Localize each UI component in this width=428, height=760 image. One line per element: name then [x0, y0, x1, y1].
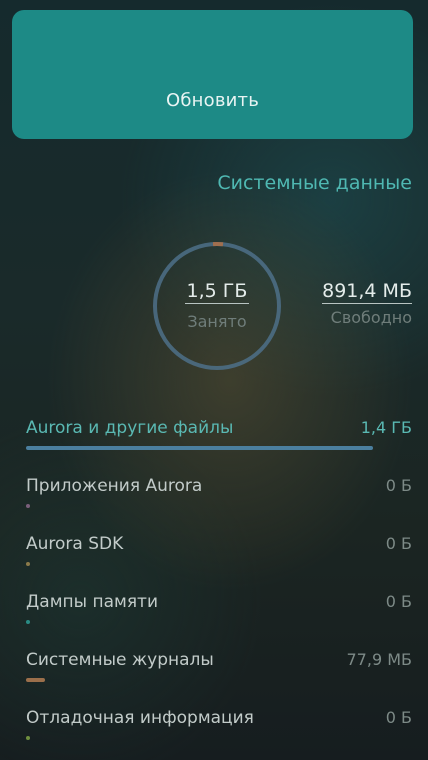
- category-size: 1,4 ГБ: [360, 418, 412, 437]
- category-list: Aurora и другие файлы 1,4 ГБ Приложения …: [26, 418, 412, 760]
- category-name: Системные журналы: [26, 650, 214, 670]
- category-usage-bar: [26, 736, 30, 740]
- category-name: Отладочная информация: [26, 708, 254, 728]
- free-space-block: 891,4 МБ Свободно: [322, 280, 412, 327]
- usage-ring-graphic: [153, 241, 281, 370]
- category-size: 0 Б: [385, 476, 412, 495]
- category-row-memory-dumps[interactable]: Дампы памяти 0 Б: [26, 592, 412, 650]
- free-label: Свободно: [330, 308, 412, 327]
- category-name: Приложения Aurora: [26, 476, 203, 496]
- category-row-aurora-sdk[interactable]: Aurora SDK 0 Б: [26, 534, 412, 592]
- category-size: 0 Б: [385, 592, 412, 611]
- category-row-debug-info[interactable]: Отладочная информация 0 Б: [26, 708, 412, 760]
- category-name: Дампы памяти: [26, 592, 158, 612]
- used-label: Занято: [187, 312, 247, 331]
- update-button-label: Обновить: [165, 90, 260, 111]
- category-usage-bar: [26, 446, 373, 450]
- used-value: 1,5 ГБ: [184, 280, 250, 304]
- free-value: 891,4 МБ: [322, 280, 412, 304]
- category-usage-bar: [26, 620, 30, 624]
- section-title: Системные данные: [217, 172, 412, 194]
- category-row-system-logs[interactable]: Системные журналы 77,9 МБ: [26, 650, 412, 708]
- category-row-aurora-files[interactable]: Aurora и другие файлы 1,4 ГБ: [26, 418, 412, 476]
- category-size: 0 Б: [385, 708, 412, 727]
- category-size: 0 Б: [385, 534, 412, 553]
- category-name: Aurora SDK: [26, 534, 124, 554]
- storage-usage-ring: 1,5 ГБ Занято: [151, 240, 283, 372]
- category-usage-bar: [26, 504, 30, 508]
- update-button[interactable]: Обновить: [12, 10, 413, 139]
- category-usage-bar: [26, 562, 30, 566]
- category-name: Aurora и другие файлы: [26, 418, 234, 438]
- category-size: 77,9 МБ: [346, 650, 413, 669]
- category-row-aurora-apps[interactable]: Приложения Aurora 0 Б: [26, 476, 412, 534]
- category-usage-bar: [26, 678, 45, 682]
